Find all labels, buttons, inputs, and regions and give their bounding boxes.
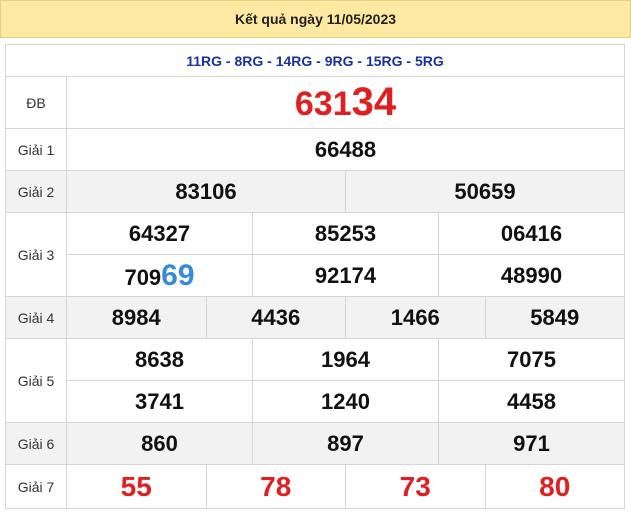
prize-db: 63134 — [66, 76, 625, 129]
prize-7-d: 80 — [484, 464, 625, 509]
label-giai2: Giải 2 — [5, 170, 67, 213]
label-giai4: Giải 4 — [5, 296, 67, 339]
prize-4-c: 1466 — [345, 296, 486, 339]
prize-3-b: 85253 — [252, 212, 439, 255]
prize-2-a: 83106 — [66, 170, 346, 213]
label-giai5: Giải 5 — [5, 338, 67, 423]
label-giai1: Giải 1 — [5, 128, 67, 171]
prize-6-c: 971 — [438, 422, 625, 465]
prize-3-d-prefix: 709 — [124, 264, 162, 290]
prize-7-a: 55 — [66, 464, 207, 509]
prize-5-f: 4458 — [438, 380, 625, 423]
prize-3-e: 92174 — [252, 254, 439, 297]
prize-3-a: 64327 — [66, 212, 253, 255]
prize-4-b: 4436 — [205, 296, 346, 339]
prize-3-d-suffix: 69 — [161, 258, 195, 292]
results-table: 11RG - 8RG - 14RG - 9RG - 15RG - 5RG ĐB … — [5, 44, 625, 509]
label-db: ĐB — [5, 76, 67, 129]
prize-5-c: 7075 — [438, 338, 625, 381]
prize-6-b: 897 — [252, 422, 439, 465]
prize-3-d: 70969 — [66, 254, 253, 297]
prize-3-f: 48990 — [438, 254, 625, 297]
prize-5-d: 3741 — [66, 380, 253, 423]
prize-5-b: 1964 — [252, 338, 439, 381]
prize-7-c: 73 — [345, 464, 486, 509]
label-giai7: Giải 7 — [5, 464, 67, 509]
prize-4-a: 8984 — [66, 296, 207, 339]
prize-2-b: 50659 — [345, 170, 625, 213]
prize-db-suffix: 34 — [351, 80, 397, 124]
prize-1: 66488 — [66, 128, 625, 171]
prize-5-a: 8638 — [66, 338, 253, 381]
prize-db-prefix: 631 — [294, 85, 352, 123]
prize-4-d: 5849 — [484, 296, 625, 339]
prize-5-e: 1240 — [252, 380, 439, 423]
label-giai6: Giải 6 — [5, 422, 67, 465]
prize-3-c: 06416 — [438, 212, 625, 255]
results-page: Kết quả ngày 11/05/2023 11RG - 8RG - 14R… — [0, 0, 631, 525]
prize-7-b: 78 — [205, 464, 346, 509]
prize-6-a: 860 — [66, 422, 253, 465]
label-giai3: Giải 3 — [5, 212, 67, 297]
draw-codes: 11RG - 8RG - 14RG - 9RG - 15RG - 5RG — [5, 44, 625, 77]
page-title: Kết quả ngày 11/05/2023 — [0, 0, 631, 38]
